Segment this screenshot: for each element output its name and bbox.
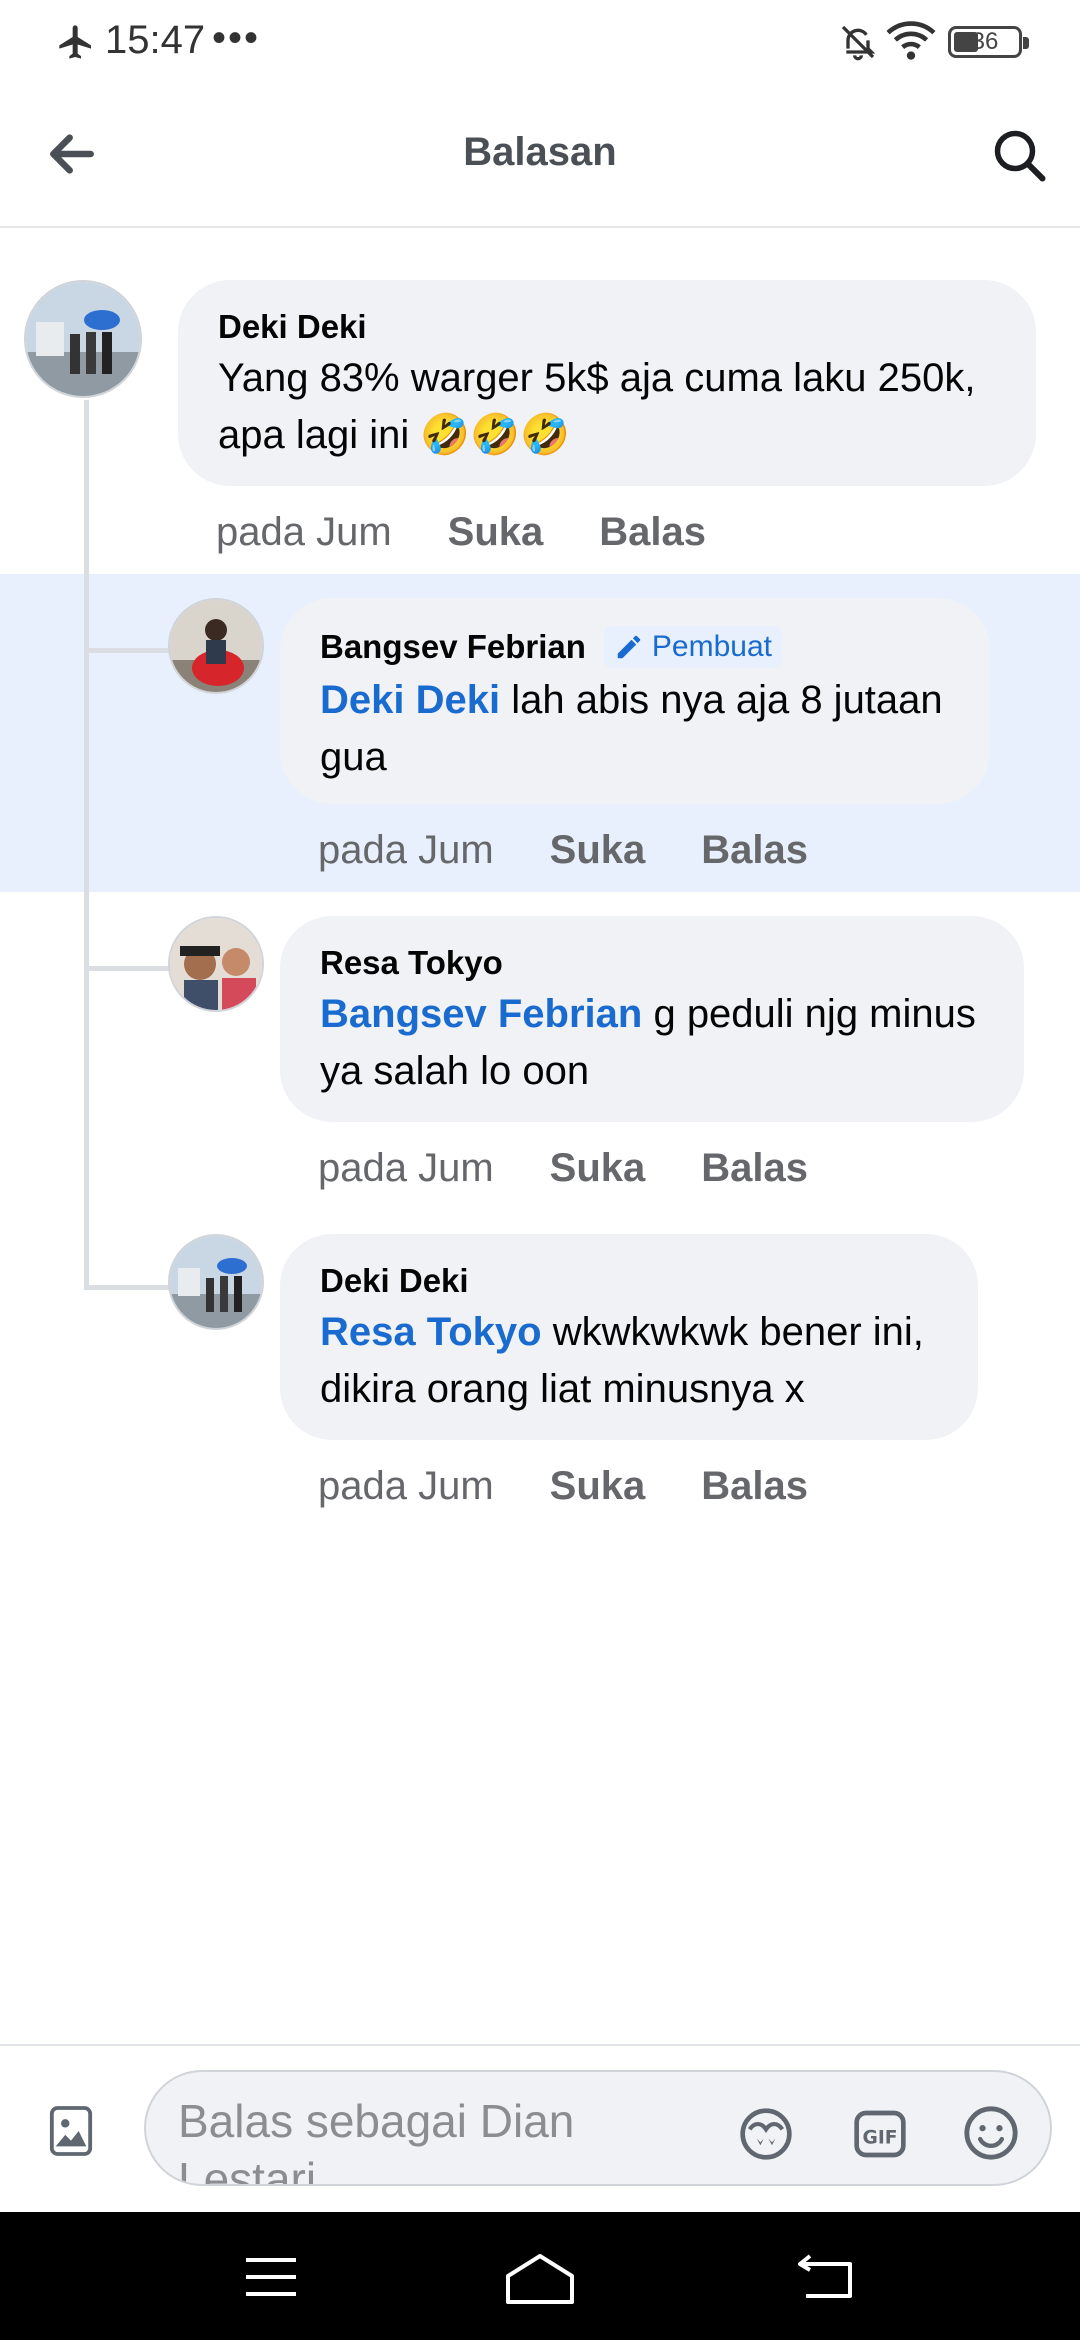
sticker-icon[interactable] <box>738 2106 794 2162</box>
thread-connector <box>84 1285 172 1290</box>
battery-icon: 36 <box>948 26 1029 58</box>
author-badge: Pembuat <box>603 626 782 668</box>
like-button[interactable]: Suka <box>550 1464 646 1509</box>
reply-button[interactable]: Balas <box>701 1464 808 1509</box>
photo-icon[interactable] <box>48 2104 94 2158</box>
mute-bell-icon <box>841 25 876 61</box>
like-button[interactable]: Suka <box>550 828 646 873</box>
like-button[interactable]: Suka <box>448 510 544 555</box>
avatar[interactable] <box>168 598 264 694</box>
status-bar: 15:47 ••• 36 <box>0 0 1080 84</box>
comment-actions: pada Jum Suka Balas <box>216 510 762 555</box>
comment-bubble[interactable]: Bangsev Febrian Pembuat Deki Deki lah ab… <box>280 598 990 804</box>
reply-button[interactable]: Balas <box>701 828 808 873</box>
status-time: 15:47 <box>105 18 206 62</box>
notification-dots: ••• <box>212 16 261 60</box>
comment-text: Bangsev Febrian g peduli njg minus ya sa… <box>320 986 984 1100</box>
mention-link[interactable]: Bangsev Febrian <box>320 992 642 1036</box>
comment-text: Resa Tokyo wkwkwkwk bener ini, dikira or… <box>320 1304 938 1418</box>
svg-text:GIF: GIF <box>863 2127 898 2148</box>
page-title: Balasan <box>463 130 617 174</box>
comment-bubble[interactable]: Deki Deki Resa Tokyo wkwkwkwk bener ini,… <box>280 1234 978 1440</box>
reply-input[interactable]: Balas sebagai Dian Lestari <box>144 2070 1052 2186</box>
battery-level: 36 <box>971 28 999 55</box>
comment-time: pada Jum <box>318 828 494 872</box>
reply-button[interactable]: Balas <box>701 1146 808 1191</box>
home-icon[interactable] <box>504 2252 576 2306</box>
wifi-icon <box>886 21 936 60</box>
thread-connector <box>84 648 172 653</box>
avatar[interactable] <box>168 916 264 1012</box>
reply-composer: Balas sebagai Dian Lestari GIF <box>0 2044 1080 2212</box>
comment-text: Deki Deki lah abis nya aja 8 jutaan gua <box>320 672 950 786</box>
comment-bubble[interactable]: Resa Tokyo Bangsev Febrian g peduli njg … <box>280 916 1024 1122</box>
pencil-icon <box>617 635 641 659</box>
mention-link[interactable]: Resa Tokyo <box>320 1310 542 1354</box>
comment-time: pada Jum <box>318 1146 494 1190</box>
comment-bubble[interactable]: Deki Deki Yang 83% warger 5k$ aja cuma l… <box>178 280 1036 486</box>
emoji-icon[interactable] <box>962 2104 1020 2162</box>
comment-author[interactable]: Deki Deki <box>320 1262 938 1300</box>
thread-line <box>84 400 89 1290</box>
comment-actions: pada Jum Suka Balas <box>318 1146 864 1191</box>
menu-icon[interactable] <box>244 2252 298 2302</box>
search-icon[interactable] <box>990 126 1050 186</box>
author-badge-label: Pembuat <box>651 630 772 663</box>
like-button[interactable]: Suka <box>550 1146 646 1191</box>
comment-author[interactable]: Resa Tokyo <box>320 944 984 982</box>
comment-actions: pada Jum Suka Balas <box>318 1464 864 1509</box>
gif-icon[interactable]: GIF <box>852 2106 908 2162</box>
reply-button[interactable]: Balas <box>599 510 706 555</box>
avatar[interactable] <box>168 1234 264 1330</box>
comment-author[interactable]: Bangsev Febrian <box>320 628 586 666</box>
reply-input-placeholder: Balas sebagai Dian Lestari <box>178 2095 575 2186</box>
comment-time: pada Jum <box>216 510 392 554</box>
back-nav-icon[interactable] <box>796 2252 854 2300</box>
avatar[interactable] <box>24 280 142 398</box>
comment-time: pada Jum <box>318 1464 494 1508</box>
comment-text: Yang 83% warger 5k$ aja cuma laku 250k, … <box>218 356 976 457</box>
system-nav-bar <box>0 2212 1080 2340</box>
header: Balasan <box>0 84 1080 228</box>
mention-link[interactable]: Deki Deki <box>320 678 500 722</box>
comment-author[interactable]: Deki Deki <box>218 308 996 346</box>
comment-actions: pada Jum Suka Balas <box>318 828 864 873</box>
airplane-mode-icon <box>59 25 91 59</box>
comment-author-row: Bangsev Febrian Pembuat <box>320 626 950 668</box>
thread-connector <box>84 966 172 971</box>
